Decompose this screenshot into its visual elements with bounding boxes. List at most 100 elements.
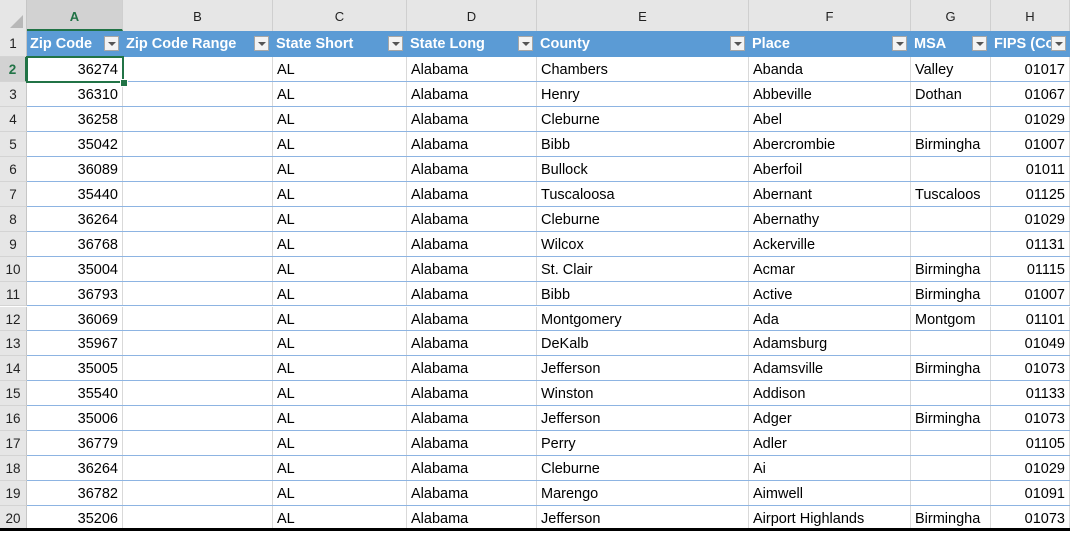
column-header-f[interactable]: F — [749, 0, 911, 31]
cell-county[interactable]: Montgomery — [537, 306, 749, 332]
cell-zip-code[interactable]: 35540 — [27, 381, 123, 407]
cell-state-long[interactable]: Alabama — [407, 281, 537, 307]
cell-state-short[interactable]: AL — [273, 206, 407, 232]
cell-msa[interactable]: Valley — [911, 57, 991, 82]
cell-fips[interactable]: 01091 — [991, 481, 1070, 507]
cell-county[interactable]: Perry — [537, 431, 749, 457]
row-header-6[interactable]: 6 — [0, 156, 27, 182]
cell-state-long[interactable]: Alabama — [407, 456, 537, 482]
cell-zip-code-range[interactable] — [123, 381, 273, 407]
cell-state-long[interactable]: Alabama — [407, 181, 537, 207]
cell-fips[interactable]: 01133 — [991, 381, 1070, 407]
cell-state-short[interactable]: AL — [273, 231, 407, 257]
cell-zip-code[interactable]: 35440 — [27, 181, 123, 207]
cell-zip-code-range[interactable] — [123, 156, 273, 182]
cell-msa[interactable]: Birmingha — [911, 406, 991, 432]
cell-fips[interactable]: 01067 — [991, 81, 1070, 107]
cell-place[interactable]: Ada — [749, 306, 911, 332]
row-header-10[interactable]: 10 — [0, 256, 27, 282]
row-header-18[interactable]: 18 — [0, 456, 27, 482]
cell-state-long[interactable]: Alabama — [407, 81, 537, 107]
cell-county[interactable]: Cleburne — [537, 106, 749, 132]
cell-place[interactable]: Abernathy — [749, 206, 911, 232]
column-header-c[interactable]: C — [273, 0, 407, 31]
cell-zip-code[interactable]: 36258 — [27, 106, 123, 132]
cell-place[interactable]: Abercrombie — [749, 131, 911, 157]
row-header-17[interactable]: 17 — [0, 431, 27, 457]
cell-zip-code[interactable]: 36779 — [27, 431, 123, 457]
row-header-5[interactable]: 5 — [0, 131, 27, 157]
cell-place[interactable]: Acmar — [749, 256, 911, 282]
cell-state-long[interactable]: Alabama — [407, 406, 537, 432]
fill-handle[interactable] — [120, 78, 128, 87]
cell-county[interactable]: Henry — [537, 81, 749, 107]
cell-place[interactable]: Abernant — [749, 181, 911, 207]
cell-msa[interactable] — [911, 331, 991, 357]
cell-fips[interactable]: 01073 — [991, 406, 1070, 432]
cell-fips[interactable]: 01101 — [991, 306, 1070, 332]
cell-fips[interactable]: 01029 — [991, 206, 1070, 232]
cell-zip-code[interactable]: 36768 — [27, 231, 123, 257]
cell-zip-code[interactable]: 36089 — [27, 156, 123, 182]
cell-county[interactable]: Chambers — [537, 57, 749, 82]
select-all-button[interactable] — [0, 0, 27, 31]
cell-fips[interactable]: 01131 — [991, 231, 1070, 257]
cell-state-short[interactable]: AL — [273, 331, 407, 357]
row-header-2[interactable]: 2 — [0, 57, 27, 82]
cell-zip-code-range[interactable] — [123, 431, 273, 457]
cell-state-long[interactable]: Alabama — [407, 481, 537, 507]
cell-county[interactable]: Cleburne — [537, 206, 749, 232]
cell-zip-code[interactable]: 36274 — [27, 57, 123, 82]
cell-fips[interactable]: 01029 — [991, 456, 1070, 482]
filter-dropdown-msa[interactable] — [972, 36, 987, 51]
cell-place[interactable]: Abbeville — [749, 81, 911, 107]
row-header-8[interactable]: 8 — [0, 206, 27, 232]
cell-msa[interactable] — [911, 106, 991, 132]
cell-state-short[interactable]: AL — [273, 431, 407, 457]
cell-place[interactable]: Adamsburg — [749, 331, 911, 357]
cell-zip-code[interactable]: 36264 — [27, 456, 123, 482]
column-header-g[interactable]: G — [911, 0, 991, 31]
cell-fips[interactable]: 01007 — [991, 131, 1070, 157]
cell-fips[interactable]: 01049 — [991, 331, 1070, 357]
cell-zip-code-range[interactable] — [123, 256, 273, 282]
cell-fips[interactable]: 01115 — [991, 256, 1070, 282]
cell-fips[interactable]: 01105 — [991, 431, 1070, 457]
cell-fips[interactable]: 01007 — [991, 281, 1070, 307]
cell-zip-code[interactable]: 36310 — [27, 81, 123, 107]
cell-county[interactable]: Jefferson — [537, 406, 749, 432]
cell-state-short[interactable]: AL — [273, 456, 407, 482]
cell-state-long[interactable]: Alabama — [407, 431, 537, 457]
column-header-h[interactable]: H — [991, 0, 1070, 31]
filter-dropdown-place[interactable] — [892, 36, 907, 51]
cell-zip-code-range[interactable] — [123, 281, 273, 307]
cell-state-short[interactable]: AL — [273, 81, 407, 107]
cell-msa[interactable]: Dothan — [911, 81, 991, 107]
cell-place[interactable]: Active — [749, 281, 911, 307]
cell-state-short[interactable]: AL — [273, 106, 407, 132]
cell-county[interactable]: Cleburne — [537, 456, 749, 482]
cell-state-long[interactable]: Alabama — [407, 331, 537, 357]
cell-state-short[interactable]: AL — [273, 381, 407, 407]
cell-fips[interactable]: 01029 — [991, 106, 1070, 132]
cell-zip-code[interactable]: 35006 — [27, 406, 123, 432]
cell-state-short[interactable]: AL — [273, 281, 407, 307]
row-header-15[interactable]: 15 — [0, 381, 27, 407]
cell-zip-code[interactable]: 35005 — [27, 356, 123, 382]
cell-place[interactable]: Abel — [749, 106, 911, 132]
filter-dropdown-zip-code[interactable] — [104, 36, 119, 51]
cell-county[interactable]: Bullock — [537, 156, 749, 182]
cell-zip-code-range[interactable] — [123, 131, 273, 157]
cell-state-short[interactable]: AL — [273, 356, 407, 382]
cell-place[interactable]: Ai — [749, 456, 911, 482]
column-header-a[interactable]: A — [27, 0, 123, 31]
cell-state-long[interactable]: Alabama — [407, 57, 537, 82]
cell-state-short[interactable]: AL — [273, 181, 407, 207]
cell-zip-code[interactable]: 36793 — [27, 281, 123, 307]
cell-county[interactable]: DeKalb — [537, 331, 749, 357]
filter-dropdown-fips[interactable] — [1051, 36, 1066, 51]
cell-county[interactable]: Marengo — [537, 481, 749, 507]
cell-zip-code[interactable]: 35042 — [27, 131, 123, 157]
cell-msa[interactable]: Montgom — [911, 306, 991, 332]
cell-zip-code-range[interactable] — [123, 106, 273, 132]
